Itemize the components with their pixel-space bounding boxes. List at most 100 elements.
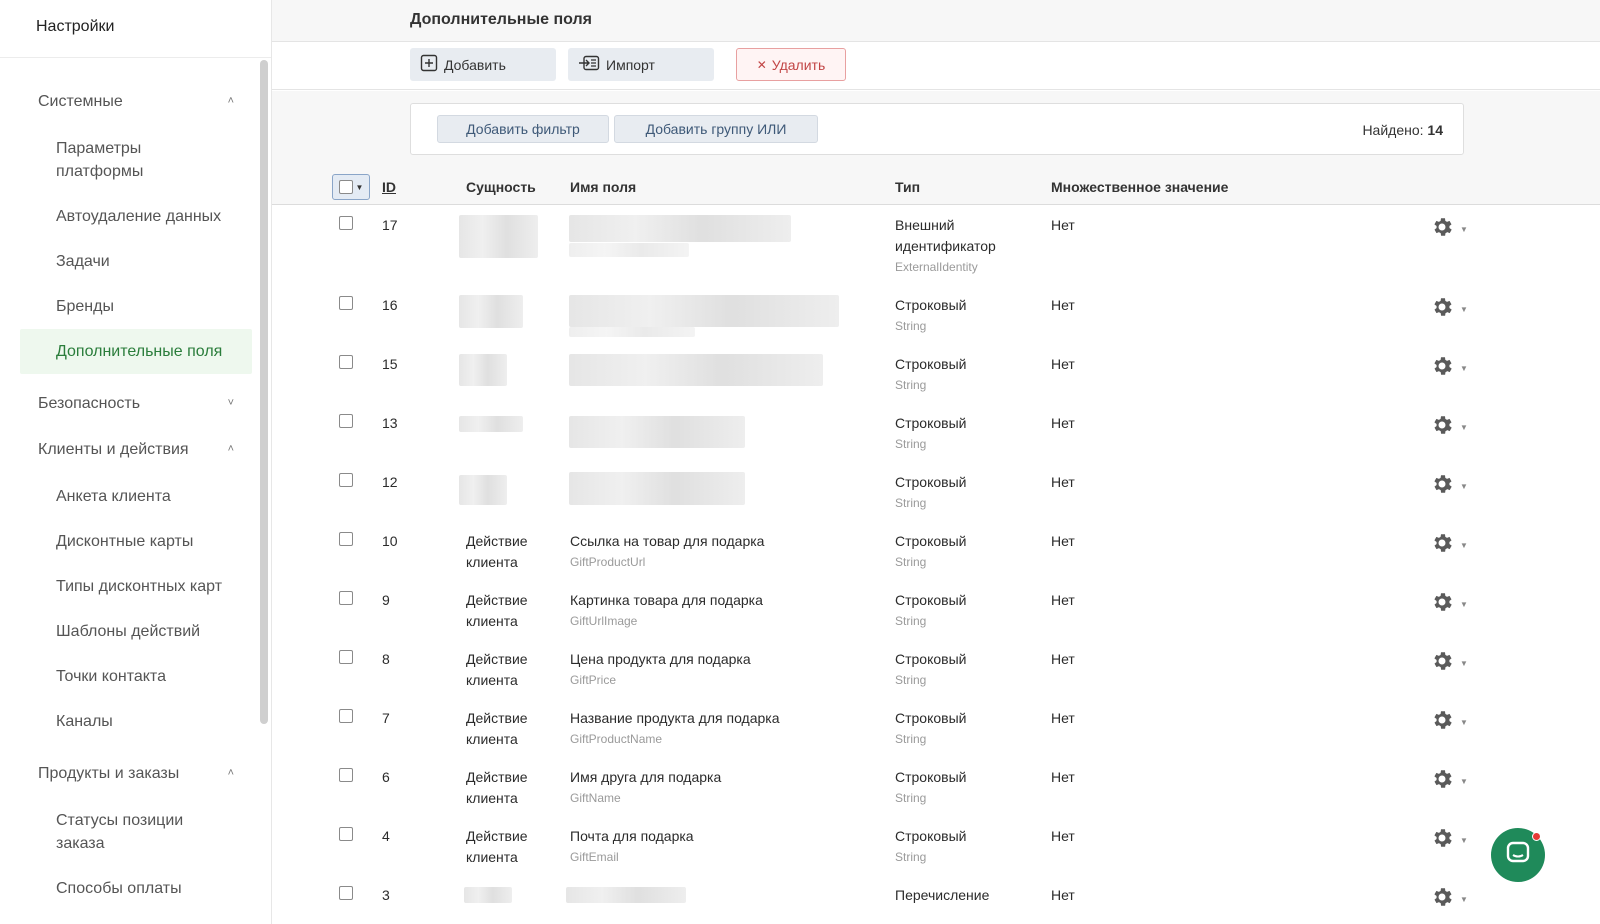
table-row[interactable]: 4 Действие клиента Почта для подарка Gif… — [272, 816, 1600, 875]
row-id: 10 — [382, 533, 398, 549]
row-name: Картинка товара для подарка GiftUrlImage — [570, 590, 890, 631]
sidebar-group-label: Клиенты и действия — [38, 441, 189, 458]
row-checkbox[interactable] — [339, 709, 353, 723]
caret-down-icon: ▼ — [1460, 718, 1468, 727]
row-checkbox[interactable] — [339, 532, 353, 546]
row-id: 9 — [382, 592, 390, 608]
row-type: Строковый String — [895, 531, 1045, 572]
row-settings-menu[interactable]: ▼ — [1430, 590, 1468, 619]
row-checkbox[interactable] — [339, 591, 353, 605]
caret-down-icon: ▼ — [355, 182, 364, 192]
sidebar-item-discount-card-types[interactable]: Типы дисконтных карт — [0, 564, 272, 609]
select-all-dropdown[interactable]: ▼ — [332, 174, 370, 200]
type-label: Перечисление — [895, 887, 990, 903]
row-checkbox[interactable] — [339, 216, 353, 230]
table-row[interactable]: 15 Строковый String Нет ▼ — [272, 344, 1600, 403]
row-settings-menu[interactable]: ▼ — [1430, 649, 1468, 678]
sidebar-item-extra-fields[interactable]: Дополнительные поля — [20, 329, 252, 374]
row-checkbox[interactable] — [339, 355, 353, 369]
gear-icon — [1430, 767, 1454, 796]
row-id: 13 — [382, 415, 398, 431]
row-checkbox[interactable] — [339, 768, 353, 782]
type-label: Строковый — [895, 297, 967, 313]
gear-icon — [1430, 826, 1454, 855]
add-button[interactable]: Добавить — [410, 48, 556, 81]
redacted-name — [569, 215, 791, 242]
caret-down-icon: ▼ — [1460, 895, 1468, 904]
sidebar-group-system[interactable]: Системные ˄ — [0, 80, 272, 126]
row-multi: Нет — [1051, 217, 1075, 233]
caret-down-icon: ▼ — [1460, 659, 1468, 668]
type-system-name: String — [895, 791, 927, 805]
row-id: 12 — [382, 474, 398, 490]
row-type: Строковый String — [895, 354, 1045, 395]
row-settings-menu[interactable]: ▼ — [1430, 708, 1468, 737]
table-row[interactable]: 6 Действие клиента Имя друга для подарка… — [272, 757, 1600, 816]
sidebar-scrollbar[interactable] — [260, 60, 268, 724]
sidebar-item-payment-methods[interactable]: Способы оплаты — [0, 866, 272, 911]
redacted-name — [569, 416, 745, 448]
sidebar-group-products[interactable]: Продукты и заказы ˄ — [0, 752, 272, 798]
row-settings-menu[interactable]: ▼ — [1430, 885, 1468, 914]
table-row[interactable]: 16 Строковый String Нет ▼ — [272, 285, 1600, 344]
row-settings-menu[interactable]: ▼ — [1430, 295, 1468, 324]
add-filter-button[interactable]: Добавить фильтр — [437, 115, 609, 143]
gear-icon — [1430, 885, 1454, 914]
row-checkbox[interactable] — [339, 296, 353, 310]
column-id[interactable]: ID — [382, 179, 396, 195]
add-or-group-button[interactable]: Добавить группу ИЛИ — [614, 115, 818, 143]
chat-icon — [1505, 840, 1531, 871]
table-row[interactable]: 3 Перечисление Нет ▼ — [272, 875, 1600, 924]
sidebar-item-client-form[interactable]: Анкета клиента — [0, 474, 272, 519]
sidebar-item-brands[interactable]: Бренды — [0, 284, 272, 329]
table-row[interactable]: 12 Строковый String Нет ▼ — [272, 462, 1600, 521]
row-checkbox[interactable] — [339, 886, 353, 900]
type-label: Внешний идентификатор — [895, 217, 996, 254]
sidebar-item-platform-params[interactable]: Параметры платформы — [0, 126, 160, 194]
sidebar-item-channels[interactable]: Каналы — [0, 699, 272, 744]
sidebar-item-order-item-statuses[interactable]: Статусы позиции заказа — [0, 798, 200, 866]
sidebar-item-auto-delete[interactable]: Автоудаление данных — [0, 194, 272, 239]
table-row[interactable]: 13 Строковый String Нет ▼ — [272, 403, 1600, 462]
type-system-name: String — [895, 437, 927, 451]
caret-down-icon: ▼ — [1460, 541, 1468, 550]
import-button[interactable]: Импорт — [568, 48, 714, 81]
gear-icon — [1430, 708, 1454, 737]
table-row[interactable]: 10 Действие клиента Ссылка на товар для … — [272, 521, 1600, 580]
sidebar-item-tasks[interactable]: Задачи — [0, 239, 272, 284]
row-checkbox[interactable] — [339, 827, 353, 841]
delete-button-label: Удалить — [771, 56, 826, 73]
row-checkbox[interactable] — [339, 473, 353, 487]
gear-icon — [1430, 472, 1454, 501]
settings-sidebar: Настройки Системные ˄ Параметры платформ… — [0, 0, 272, 924]
table-row[interactable]: 9 Действие клиента Картинка товара для п… — [272, 580, 1600, 639]
row-entity: Действие клиента — [466, 592, 528, 629]
row-settings-menu[interactable]: ▼ — [1430, 531, 1468, 560]
row-multi: Нет — [1051, 710, 1075, 726]
sidebar-group-label: Системные — [38, 93, 123, 110]
row-settings-menu[interactable]: ▼ — [1430, 472, 1468, 501]
row-settings-menu[interactable]: ▼ — [1430, 767, 1468, 796]
found-count: 14 — [1427, 122, 1443, 138]
row-checkbox[interactable] — [339, 414, 353, 428]
row-settings-menu[interactable]: ▼ — [1430, 826, 1468, 855]
row-checkbox[interactable] — [339, 650, 353, 664]
row-settings-menu[interactable]: ▼ — [1430, 215, 1468, 244]
sidebar-item-action-templates[interactable]: Шаблоны действий — [0, 609, 272, 654]
field-name: Ссылка на товар для подарка — [570, 533, 765, 549]
row-type: Строковый String — [895, 767, 1045, 808]
table-row[interactable]: 7 Действие клиента Название продукта для… — [272, 698, 1600, 757]
sidebar-item-discount-cards[interactable]: Дисконтные карты — [0, 519, 272, 564]
select-all-checkbox[interactable] — [338, 180, 353, 194]
type-system-name: String — [895, 378, 927, 392]
sidebar-item-contact-points[interactable]: Точки контакта — [0, 654, 272, 699]
row-settings-menu[interactable]: ▼ — [1430, 413, 1468, 442]
sidebar-group-security[interactable]: Безопасность ˅ — [0, 382, 272, 428]
chat-widget-button[interactable] — [1491, 828, 1545, 882]
row-settings-menu[interactable]: ▼ — [1430, 354, 1468, 383]
table-row[interactable]: 8 Действие клиента Цена продукта для под… — [272, 639, 1600, 698]
table-row[interactable]: 17 Внешний идентификатор ExternalIdentit… — [272, 205, 1600, 285]
redacted-name — [569, 354, 823, 386]
sidebar-group-clients[interactable]: Клиенты и действия ˄ — [0, 428, 272, 474]
delete-button[interactable]: ✕ Удалить — [736, 48, 846, 81]
